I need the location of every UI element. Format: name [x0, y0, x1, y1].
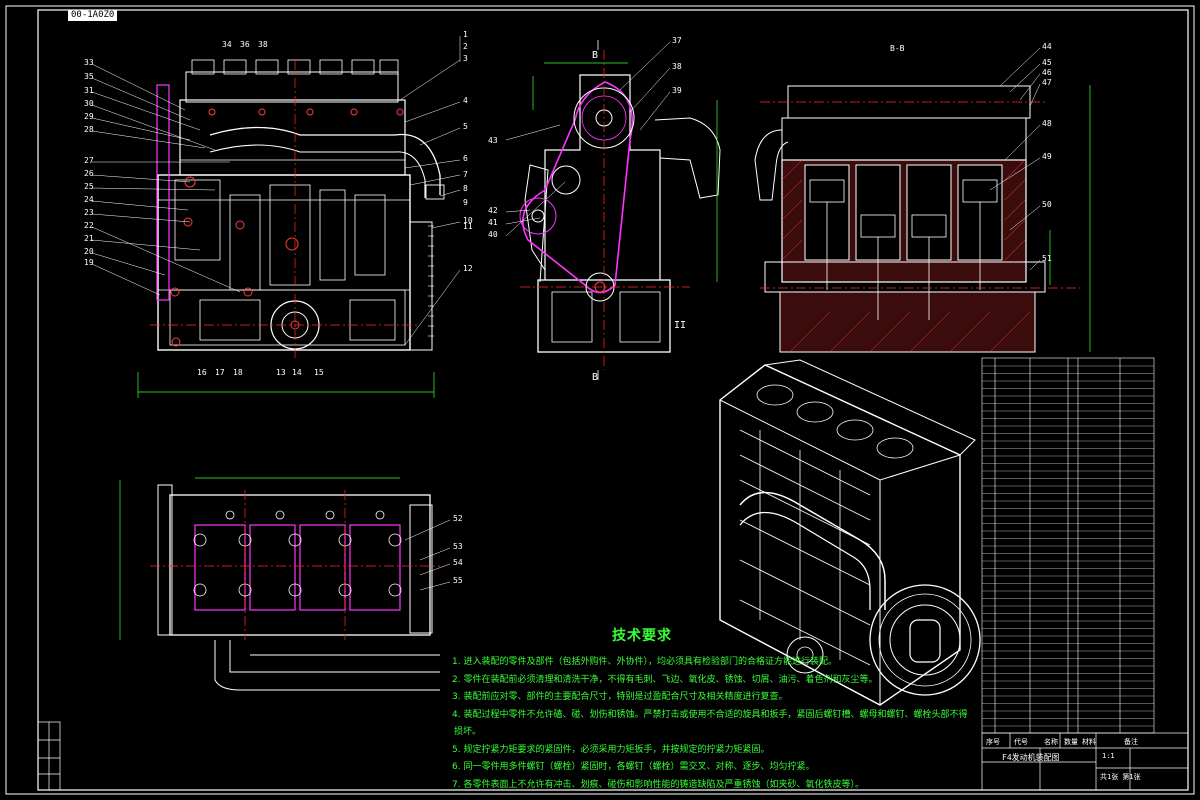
callout-42: 42 — [488, 206, 498, 215]
callout-3: 3 — [463, 54, 468, 63]
requirement-line-5: 损坏。 — [454, 727, 482, 737]
callout-54: 54 — [453, 558, 463, 567]
callout-35: 35 — [84, 72, 94, 81]
callout-38: 38 — [672, 62, 682, 71]
title-block-header: 序号 — [986, 738, 1000, 746]
technical-requirements-title: 技术要求 — [612, 628, 672, 644]
callout-26: 26 — [84, 169, 94, 178]
side-view — [505, 40, 721, 380]
title-block-header: 材料 — [1082, 738, 1096, 746]
left-binding-strip — [37, 721, 61, 791]
callout-52: 52 — [453, 514, 463, 523]
section-view — [754, 47, 1091, 353]
title-block-header: 备注 — [1124, 738, 1138, 746]
callout-48: 48 — [1042, 119, 1052, 128]
title-block-name: F4发动机装配图 — [1002, 753, 1060, 762]
callout-41: 41 — [488, 218, 498, 227]
drawing-number-stamp: 00-1A0Z0 — [68, 10, 118, 21]
title-block-sheet: 共1张 第1张 — [1100, 773, 1141, 781]
title-block-scale: 1:1 — [1102, 752, 1115, 760]
callout-7: 7 — [463, 170, 468, 179]
callout-44: 44 — [1042, 42, 1052, 51]
title-block-header: 代号 — [1014, 738, 1028, 746]
title-block-header: 数量 — [1064, 738, 1078, 746]
callout-4: 4 — [463, 96, 468, 105]
callout-40: 40 — [488, 230, 498, 239]
callout-18: 18 — [233, 368, 243, 377]
view-marker-b-bottom: B — [592, 372, 599, 383]
callout-16: 16 — [197, 368, 207, 377]
callout-45: 45 — [1042, 58, 1052, 67]
callout-30: 30 — [84, 99, 94, 108]
callout-47: 47 — [1042, 78, 1052, 87]
callout-23: 23 — [84, 208, 94, 217]
callout-55: 55 — [453, 576, 463, 585]
callout-22: 22 — [84, 221, 94, 230]
callout-5: 5 — [463, 122, 468, 131]
callout-39: 39 — [672, 86, 682, 95]
callout-9: 9 — [463, 198, 468, 207]
requirement-line-2: 2. 零件在装配前必须清理和清洗干净，不得有毛刺、飞边、氧化皮、锈蚀、切屑、油污… — [452, 674, 878, 685]
callout-49: 49 — [1042, 152, 1052, 161]
view-marker-side: II — [674, 320, 687, 331]
callout-50: 50 — [1042, 200, 1052, 209]
callout-14: 14 — [292, 368, 302, 377]
callout-13: 13 — [276, 368, 286, 377]
callout-37: 37 — [672, 36, 682, 45]
requirement-line-7: 6. 同一零件用多件螺钉（螺栓）紧固时，各螺钉（螺栓）需交叉、对称、逐步、均匀拧… — [452, 762, 815, 772]
requirement-line-8: 7. 各零件表面上不允许有冲击、划痕、碰伤和影响性能的铸造缺陷及严重锈蚀（如夹砂… — [452, 779, 864, 790]
callout-51: 51 — [1042, 254, 1052, 263]
callout-29: 29 — [84, 112, 94, 121]
callout-17: 17 — [215, 368, 225, 377]
callout-6: 6 — [463, 154, 468, 163]
requirement-line-3: 3. 装配前应对零、部件的主要配合尺寸，特别是过盈配合尺寸及相关精度进行复查。 — [452, 692, 788, 702]
requirement-line-1: 1. 进入装配的零件及部件（包括外购件、外协件），均必须具有检验部门的合格证方能… — [452, 657, 837, 667]
section-label: B-B — [890, 44, 905, 53]
callout-21: 21 — [84, 234, 94, 243]
callout-33: 33 — [84, 58, 94, 67]
callout-19: 19 — [84, 258, 94, 267]
requirement-line-6: 5. 规定拧紧力矩要求的紧固件，必须采用力矩扳手，并按规定的拧紧力矩紧固。 — [452, 744, 770, 755]
callout-25: 25 — [84, 182, 94, 191]
callout-11: 11 — [463, 222, 473, 231]
callout-1: 1 — [463, 30, 468, 39]
callout-27: 27 — [84, 156, 94, 165]
title-block-header: 名称 — [1044, 738, 1058, 746]
callout-28: 28 — [84, 125, 94, 134]
view-marker-b-top: B — [592, 50, 599, 61]
callout-34: 34 — [222, 40, 232, 49]
parts-list-table — [981, 357, 1155, 734]
callout-15: 15 — [314, 368, 324, 377]
callout-31: 31 — [84, 86, 94, 95]
callout-36: 36 — [240, 40, 250, 49]
callout-8: 8 — [463, 184, 468, 193]
front-view — [91, 36, 461, 398]
bottom-view — [119, 477, 451, 691]
callout-12: 12 — [463, 264, 473, 273]
callout-53: 53 — [453, 542, 463, 551]
callout-20: 20 — [84, 247, 94, 256]
callout-24: 24 — [84, 195, 94, 204]
callout-2: 2 — [463, 42, 468, 51]
callout-38: 38 — [258, 40, 268, 49]
callout-46: 46 — [1042, 68, 1052, 77]
requirement-line-4: 4. 装配过程中零件不允许磕、碰、划伤和锈蚀。严禁打击或使用不合适的旋具和扳手，… — [452, 709, 968, 720]
callout-43: 43 — [488, 136, 498, 145]
